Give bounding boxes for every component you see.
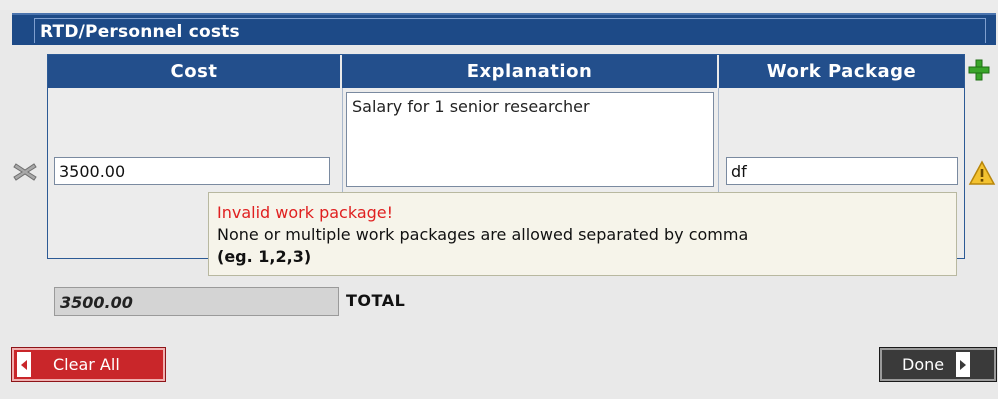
total-label: TOTAL bbox=[346, 291, 406, 310]
tooltip-message: None or multiple work packages are allow… bbox=[217, 225, 749, 244]
cost-input[interactable] bbox=[54, 157, 330, 185]
work-package-input[interactable] bbox=[726, 157, 958, 185]
header-explanation: Explanation bbox=[342, 55, 719, 88]
total-value: 3500.00 bbox=[54, 287, 339, 316]
warning-icon bbox=[968, 160, 996, 185]
section-title-bar: RTD/Personnel costs bbox=[12, 13, 996, 45]
right-arrow-icon bbox=[956, 352, 971, 377]
left-arrow-icon bbox=[17, 352, 31, 377]
done-label: Done bbox=[902, 355, 945, 374]
section-title-inner: RTD/Personnel costs bbox=[34, 18, 986, 43]
clear-all-label: Clear All bbox=[53, 355, 120, 374]
tooltip-error: Invalid work package! bbox=[217, 203, 394, 222]
explanation-input[interactable]: Salary for 1 senior researcher bbox=[346, 92, 714, 187]
clear-all-button[interactable]: Clear All bbox=[11, 347, 166, 382]
remove-row-icon[interactable] bbox=[12, 160, 38, 184]
section-title: RTD/Personnel costs bbox=[40, 22, 240, 42]
table-header: Cost Explanation Work Package bbox=[48, 55, 964, 88]
add-row-icon[interactable] bbox=[967, 58, 991, 82]
top-strip bbox=[0, 0, 998, 10]
done-button[interactable]: Done bbox=[879, 347, 997, 382]
header-cost: Cost bbox=[48, 55, 342, 88]
header-work-package: Work Package bbox=[766, 61, 917, 82]
tooltip-example: (eg. 1,2,3) bbox=[217, 247, 312, 266]
validation-tooltip: Invalid work package! None or multiple w… bbox=[208, 192, 957, 276]
